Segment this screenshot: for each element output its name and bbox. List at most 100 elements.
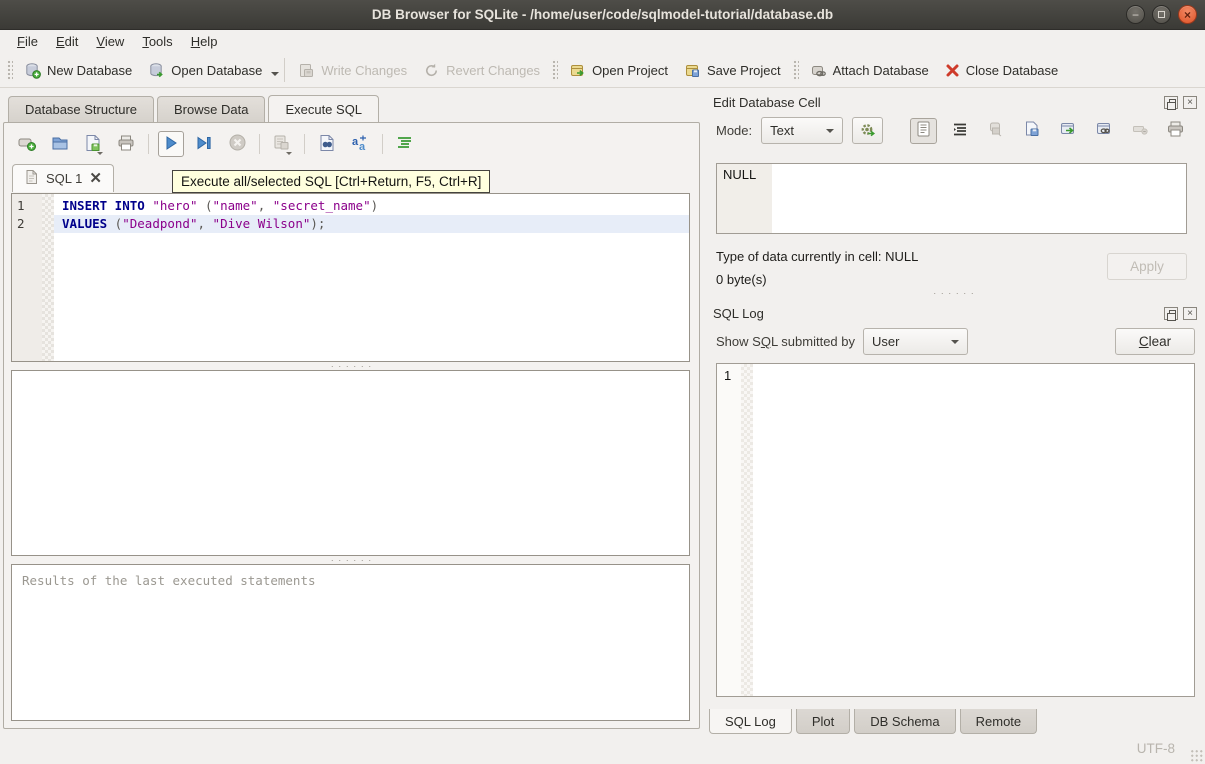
attach-database-button[interactable]: Attach Database <box>802 57 937 84</box>
new-sql-tab-button[interactable] <box>14 131 40 157</box>
svg-text:a: a <box>352 136 359 148</box>
format-icon <box>395 133 415 156</box>
sql-editor[interactable]: 12 INSERT INTO "hero" ("name", "secret_n… <box>11 193 690 362</box>
save-dropdown-caret <box>97 152 103 155</box>
tab-remote[interactable]: Remote <box>960 709 1038 734</box>
grid-message-splitter[interactable] <box>4 556 699 564</box>
menu-view[interactable]: View <box>87 32 133 51</box>
menu-file[interactable]: File <box>8 32 47 51</box>
close-dock-button[interactable]: × <box>1183 96 1197 109</box>
titlebar[interactable]: DB Browser for SQLite - /home/user/code/… <box>0 0 1205 30</box>
tab-database-structure[interactable]: Database Structure <box>8 96 154 122</box>
float-dock-button[interactable] <box>1164 307 1178 320</box>
revert-changes-icon <box>423 62 440 79</box>
float-icon <box>1169 310 1176 316</box>
toolbar-grip[interactable] <box>551 59 558 81</box>
close-button[interactable]: × <box>1178 5 1197 24</box>
save-results-caret <box>286 152 292 155</box>
dock-splitter[interactable] <box>703 287 1205 299</box>
auto-format-button[interactable] <box>852 117 883 144</box>
print-cell-button[interactable] <box>1162 118 1189 144</box>
encoding-indicator[interactable]: UTF-8 <box>1137 741 1175 756</box>
editor-results-splitter[interactable] <box>4 362 699 370</box>
clear-log-button[interactable]: Clear <box>1115 328 1195 355</box>
export-cell-button[interactable] <box>1054 118 1081 144</box>
float-dock-button[interactable] <box>1164 96 1178 109</box>
chevron-down-icon <box>951 340 959 344</box>
sql-toolbar-separator <box>148 134 149 154</box>
new-database-button[interactable]: New Database <box>16 57 140 84</box>
open-in-app-button[interactable] <box>1090 118 1117 144</box>
save-sql-file-button[interactable] <box>80 131 106 157</box>
filter-label: Show SQL submitted by <box>716 334 855 349</box>
sql-tab-close-icon[interactable]: ✕ <box>89 171 102 186</box>
dock-close-icon: × <box>1187 309 1193 319</box>
maximize-button[interactable] <box>1152 5 1171 24</box>
mode-select[interactable]: Text <box>761 117 843 144</box>
sql-log-header: SQL Log × <box>703 299 1205 324</box>
toolbar-grip[interactable] <box>792 59 799 81</box>
save-cell-button[interactable] <box>982 118 1009 144</box>
sql-toolbar-separator <box>382 134 383 154</box>
format-sql-button[interactable] <box>392 131 418 157</box>
cell-value-editor[interactable]: NULL <box>716 163 1187 234</box>
tooltip: Execute all/selected SQL [Ctrl+Return, F… <box>172 170 490 193</box>
attach-database-icon <box>810 62 827 79</box>
tab-execute-sql[interactable]: Execute SQL <box>268 95 379 122</box>
import-icon <box>1023 120 1041 141</box>
open-database-dropdown[interactable] <box>271 72 279 76</box>
right-dock: Edit Database Cell × Mode: Text <box>703 88 1205 734</box>
write-changes-button[interactable]: Write Changes <box>290 57 415 84</box>
edit-cell-title: Edit Database Cell <box>713 95 1164 110</box>
cell-type-info: Type of data currently in cell: NULL <box>716 249 918 264</box>
log-source-select[interactable]: User <box>863 328 968 355</box>
tab-browse-data[interactable]: Browse Data <box>157 96 265 122</box>
find-icon <box>317 133 337 156</box>
open-sql-file-button[interactable] <box>47 131 73 157</box>
sql-log-view[interactable]: 1 <box>716 363 1195 697</box>
printer-icon <box>1166 120 1185 141</box>
find-button[interactable] <box>314 131 340 157</box>
cell-icon-toolbar <box>910 118 1189 144</box>
code-area[interactable]: INSERT INTO "hero" ("name", "secret_name… <box>54 194 689 361</box>
menu-edit[interactable]: Edit <box>47 32 87 51</box>
autocomplete-button[interactable]: aa <box>347 131 373 157</box>
save-results-button[interactable] <box>269 131 295 157</box>
execute-sql-pane: aa Execute all/selected SQL [Ctrl+Return… <box>3 122 700 729</box>
resize-grip[interactable] <box>1190 749 1203 762</box>
save-project-button[interactable]: Save Project <box>676 57 789 84</box>
cell-content[interactable] <box>772 164 1186 233</box>
sql-document-icon <box>24 169 39 188</box>
sql-file-tab[interactable]: SQL 1 ✕ <box>12 164 114 192</box>
text-view-button[interactable] <box>910 118 937 144</box>
menu-help[interactable]: Help <box>182 32 227 51</box>
word-wrap-button[interactable] <box>946 118 973 144</box>
mode-value: Text <box>770 123 794 138</box>
menu-tools[interactable]: Tools <box>133 32 181 51</box>
code-line[interactable]: INSERT INTO "hero" ("name", "secret_name… <box>54 197 689 215</box>
stop-button[interactable] <box>224 131 250 157</box>
sql-log-title: SQL Log <box>713 306 1164 321</box>
tab-sql-log[interactable]: SQL Log <box>709 709 792 734</box>
execute-all-button[interactable] <box>158 131 184 157</box>
minimize-button[interactable]: − <box>1126 5 1145 24</box>
write-changes-icon <box>298 62 315 79</box>
sql-log-filter-row: Show SQL submitted by User Clear <box>703 324 1205 363</box>
execute-line-button[interactable] <box>191 131 217 157</box>
close-dock-button[interactable]: × <box>1183 307 1197 320</box>
toolbar-grip[interactable] <box>6 59 13 81</box>
set-null-button[interactable] <box>1126 118 1153 144</box>
tab-plot[interactable]: Plot <box>796 709 850 734</box>
code-line[interactable]: VALUES ("Deadpond", "Dive Wilson"); <box>54 215 689 233</box>
sql-toolbar-separator <box>304 134 305 154</box>
print-button[interactable] <box>113 131 139 157</box>
open-project-button[interactable]: Open Project <box>561 57 676 84</box>
revert-changes-button[interactable]: Revert Changes <box>415 57 548 84</box>
results-message-pane[interactable]: Results of the last executed statements <box>11 564 690 721</box>
tab-db-schema[interactable]: DB Schema <box>854 709 955 734</box>
close-database-button[interactable]: Close Database <box>937 58 1067 83</box>
results-grid[interactable] <box>11 370 690 556</box>
apply-button[interactable]: Apply <box>1107 253 1187 280</box>
import-cell-button[interactable] <box>1018 118 1045 144</box>
open-database-button[interactable]: Open Database <box>140 57 270 84</box>
